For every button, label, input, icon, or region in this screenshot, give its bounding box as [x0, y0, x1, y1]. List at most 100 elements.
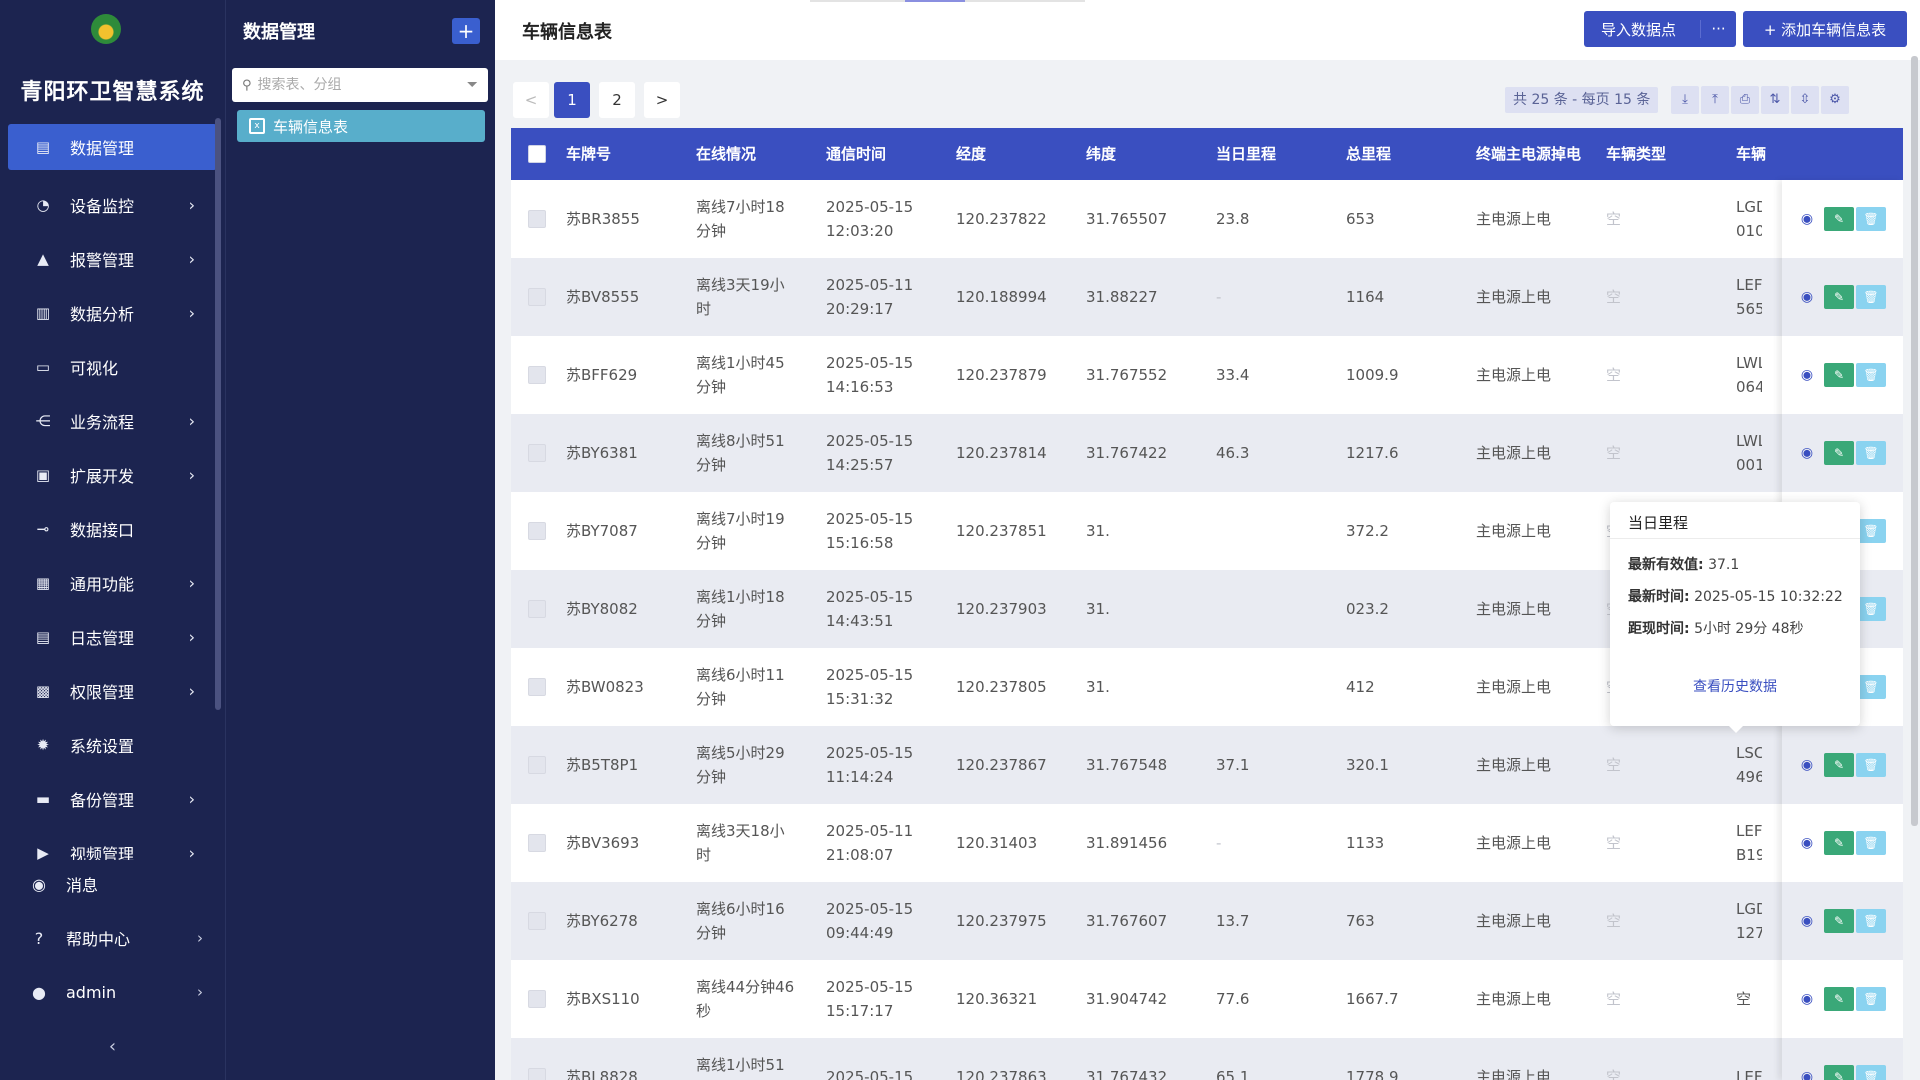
nav-help[interactable]: ? 帮助中心 ›	[0, 915, 225, 961]
row-checkbox[interactable]	[528, 990, 546, 1008]
row-checkbox[interactable]	[528, 600, 546, 618]
trash-icon[interactable]: 🗑	[1856, 987, 1886, 1011]
trash-icon[interactable]: 🗑	[1856, 1065, 1886, 1080]
eye-icon[interactable]: ◉	[1792, 441, 1822, 465]
pencil-icon[interactable]: ✎	[1824, 753, 1854, 777]
nav-item-13[interactable]: ▶ 视频管理 ›	[0, 826, 225, 861]
table-search-input[interactable]	[257, 77, 467, 93]
table-row[interactable]: 苏BL8828 离线1小时51分钟 2025-05-15 120.237863 31.7…	[511, 1038, 1903, 1080]
more-options-button[interactable]: ···	[1700, 20, 1736, 38]
nav-item-10[interactable]: ▩ 权限管理 ›	[0, 664, 225, 718]
row-checkbox[interactable]	[528, 288, 546, 306]
nav-item-1[interactable]: ◔ 设备监控 ›	[0, 178, 225, 232]
sub-item-vehicle-table[interactable]: x 车辆信息表	[237, 110, 485, 142]
pencil-icon[interactable]: ✎	[1824, 363, 1854, 387]
row-checkbox[interactable]	[528, 834, 546, 852]
import-datapoints-button[interactable]: 导入数据点 ···	[1584, 11, 1736, 47]
eye-icon[interactable]: ◉	[1792, 363, 1822, 387]
pagination-page-1[interactable]: 1	[554, 82, 590, 118]
sidebar-scrollbar[interactable]	[215, 118, 221, 710]
pencil-icon[interactable]: ✎	[1824, 207, 1854, 231]
nav-item-4[interactable]: ▭ 可视化	[0, 340, 225, 394]
nav-item-7[interactable]: ⊸ 数据接口	[0, 502, 225, 556]
column-header[interactable]: 终端主电源掉电	[1476, 128, 1601, 180]
nav-item-11[interactable]: ✹ 系统设置	[0, 718, 225, 772]
nav-item-12[interactable]: ▬ 备份管理 ›	[0, 772, 225, 826]
nav-item-8[interactable]: ▦ 通用功能 ›	[0, 556, 225, 610]
eye-icon[interactable]: ◉	[1792, 1065, 1822, 1080]
add-table-button[interactable]: +	[452, 18, 480, 44]
row-height-icon[interactable]: ⇳	[1791, 86, 1819, 114]
nav-item-2[interactable]: ▲ 报警管理 ›	[0, 232, 225, 286]
nav-item-9[interactable]: ▤ 日志管理 ›	[0, 610, 225, 664]
row-checkbox[interactable]	[528, 678, 546, 696]
sort-icon[interactable]: ⇅	[1761, 86, 1789, 114]
nav-messages[interactable]: ◉ 消息	[0, 861, 225, 907]
column-header[interactable]: 纬度	[1086, 128, 1206, 180]
pagination-page-2[interactable]: 2	[599, 82, 635, 118]
add-vehicle-table-button[interactable]: + 添加车辆信息表	[1743, 11, 1907, 47]
table-row[interactable]: 苏BR3855 离线7小时18分钟 2025-05-15 12:03:20 120.2…	[511, 180, 1903, 258]
pagination-next[interactable]: >	[644, 82, 680, 118]
nav-user[interactable]: ● admin ›	[0, 969, 225, 1015]
pencil-icon[interactable]: ✎	[1824, 441, 1854, 465]
trash-icon[interactable]: 🗑	[1856, 753, 1886, 777]
row-checkbox[interactable]	[528, 912, 546, 930]
trash-icon[interactable]: 🗑	[1856, 363, 1886, 387]
trash-icon[interactable]: 🗑	[1856, 831, 1886, 855]
pencil-icon[interactable]: ✎	[1824, 909, 1854, 933]
trash-icon[interactable]: 🗑	[1856, 441, 1886, 465]
row-checkbox[interactable]	[528, 1068, 546, 1080]
nav-item-6[interactable]: ▣ 扩展开发 ›	[0, 448, 225, 502]
pagination-prev[interactable]: <	[513, 82, 549, 118]
nav-item-0[interactable]: ▤ 数据管理	[8, 124, 217, 170]
table-row[interactable]: 苏BV8555 离线3天19小时 2025-05-11 20:29:17 120.18…	[511, 258, 1903, 336]
nav-item-5[interactable]: ⋲ 业务流程 ›	[0, 394, 225, 448]
column-header[interactable]: 车牌号	[566, 128, 686, 180]
pencil-icon[interactable]: ✎	[1824, 1065, 1854, 1080]
row-checkbox[interactable]	[528, 756, 546, 774]
table-row[interactable]: 苏BFF629 离线1小时45分钟 2025-05-15 14:16:53 120.2…	[511, 336, 1903, 414]
column-header[interactable]: 车辆	[1736, 128, 1776, 180]
trash-icon[interactable]: 🗑	[1856, 909, 1886, 933]
eye-icon[interactable]: ◉	[1792, 831, 1822, 855]
column-header[interactable]: 通信时间	[826, 128, 946, 180]
row-checkbox[interactable]	[528, 444, 546, 462]
eye-icon[interactable]: ◉	[1792, 909, 1822, 933]
row-checkbox[interactable]	[528, 210, 546, 228]
trash-icon[interactable]: 🗑	[1856, 675, 1886, 699]
table-row[interactable]: 苏BV3693 离线3天18小时 2025-05-11 21:08:07 120.31…	[511, 804, 1903, 882]
column-header[interactable]: 当日里程	[1216, 128, 1336, 180]
pencil-icon[interactable]: ✎	[1824, 285, 1854, 309]
column-header[interactable]: 总里程	[1346, 128, 1466, 180]
nav-item-3[interactable]: ▥ 数据分析 ›	[0, 286, 225, 340]
select-all-checkbox[interactable]	[528, 145, 546, 163]
pencil-icon[interactable]: ✎	[1824, 831, 1854, 855]
trash-icon[interactable]: 🗑	[1856, 285, 1886, 309]
table-row[interactable]: 苏BY6278 离线6小时16分钟 2025-05-15 09:44:49 120.2…	[511, 882, 1903, 960]
print-icon[interactable]: ⎙	[1731, 86, 1759, 114]
trash-icon[interactable]: 🗑	[1856, 207, 1886, 231]
view-history-link[interactable]: 查看历史数据	[1610, 676, 1860, 696]
row-checkbox[interactable]	[528, 366, 546, 384]
table-row[interactable]: 苏BY6381 离线8小时51分钟 2025-05-15 14:25:57 120.2…	[511, 414, 1903, 492]
eye-icon[interactable]: ◉	[1792, 285, 1822, 309]
collapse-sidebar-button[interactable]: ‹	[0, 1036, 225, 1057]
table-row[interactable]: 苏BXS110 离线44分钟46秒 2025-05-15 15:17:17 120.3…	[511, 960, 1903, 1038]
trash-icon[interactable]: 🗑	[1856, 519, 1886, 543]
eye-icon[interactable]: ◉	[1792, 987, 1822, 1011]
eye-icon[interactable]: ◉	[1792, 753, 1822, 777]
upload-icon[interactable]: ⤒	[1701, 86, 1729, 114]
main-scrollbar[interactable]	[1911, 56, 1918, 826]
filter-icon[interactable]: ⏷	[467, 77, 478, 93]
row-checkbox[interactable]	[528, 522, 546, 540]
column-header[interactable]: 车辆类型	[1606, 128, 1726, 180]
settings-gear-icon[interactable]: ⚙	[1821, 86, 1849, 114]
table-row[interactable]: 苏B5T8P1 离线5小时29分钟 2025-05-15 11:14:24 120.2…	[511, 726, 1903, 804]
column-header[interactable]: 经度	[956, 128, 1076, 180]
trash-icon[interactable]: 🗑	[1856, 597, 1886, 621]
column-header[interactable]: 在线情况	[696, 128, 816, 180]
pencil-icon[interactable]: ✎	[1824, 987, 1854, 1011]
eye-icon[interactable]: ◉	[1792, 207, 1822, 231]
download-icon[interactable]: ⤓	[1671, 86, 1699, 114]
